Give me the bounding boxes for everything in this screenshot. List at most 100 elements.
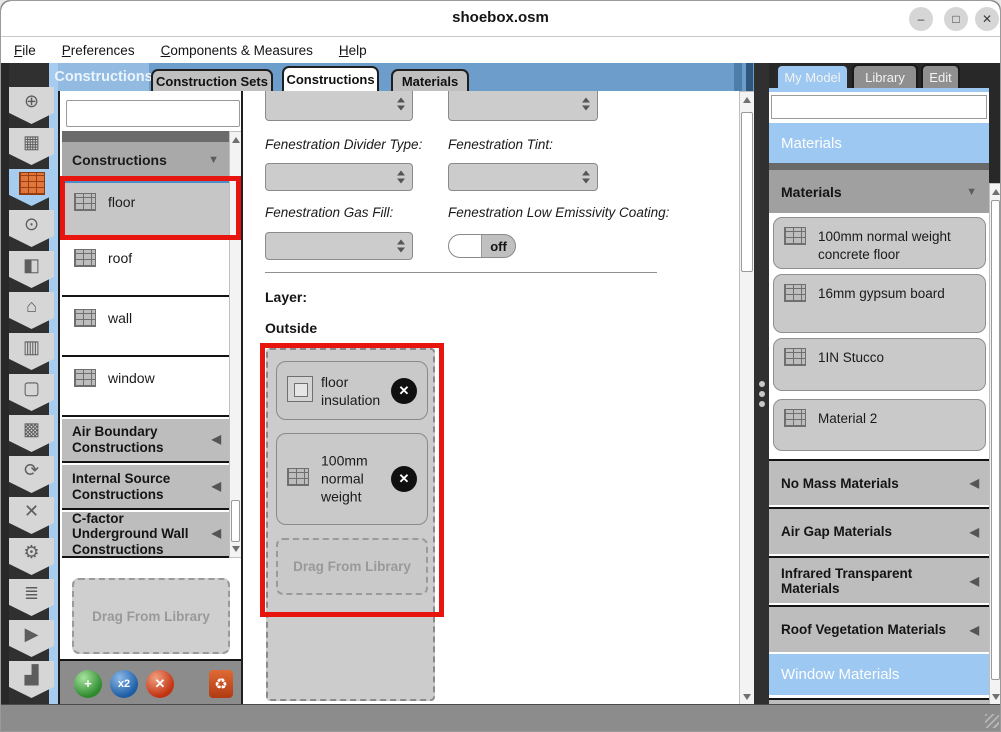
spinner-icon (397, 98, 405, 111)
status-bar (1, 704, 1001, 731)
layer-drop-zone[interactable]: Drag From Library (276, 538, 428, 595)
construction-item-window[interactable]: window (62, 359, 229, 417)
construction-item-floor[interactable]: floor (62, 179, 229, 237)
sidebar-item-results-summary[interactable]: ▟ (9, 661, 54, 698)
menu-preferences[interactable]: Preferences (62, 43, 135, 58)
facility-icon: ▥ (23, 336, 40, 358)
sidebar-item-output-variables[interactable]: ✕ (9, 497, 54, 534)
constructions-section-header[interactable]: Constructions ▼ (62, 142, 229, 177)
duplicate-construction-button[interactable]: x2 (110, 670, 138, 698)
sidebar-item-simulation-settings[interactable]: ⚙ (9, 538, 54, 575)
sidebar-item-constructions[interactable] (9, 169, 54, 206)
sidebar-item-hvac-systems[interactable]: ⟳ (9, 456, 54, 493)
brick-material-icon (784, 348, 806, 366)
construction-item-wall[interactable]: wall (62, 299, 229, 357)
library-drop-zone[interactable]: Drag From Library (72, 578, 230, 654)
menu-help[interactable]: Help (339, 43, 367, 58)
dropdown-unlabeled-right[interactable] (448, 91, 598, 121)
layer-label: floor insulation (321, 372, 383, 408)
scroll-up-icon[interactable] (743, 97, 751, 103)
sub-tab-bar: Constructions Construction Sets Construc… (58, 63, 754, 91)
section-label: Air Gap Materials (781, 524, 892, 539)
brick-material-icon (287, 468, 309, 486)
minimize-icon: – (918, 12, 925, 26)
tab-construction-sets[interactable]: Construction Sets (151, 69, 273, 91)
sidebar-item-spaces[interactable]: ▢ (9, 374, 54, 411)
resize-grip[interactable] (985, 714, 999, 728)
scroll-down-icon[interactable] (992, 694, 1000, 700)
delete-construction-button[interactable]: ✕ (146, 670, 174, 698)
section-no-mass-materials[interactable]: No Mass Materials ◀ (769, 459, 989, 505)
sidebar-item-schedules[interactable]: ▦ (9, 128, 54, 165)
editor-scrollbar[interactable] (739, 91, 754, 706)
low-emissivity-toggle[interactable]: off (448, 234, 516, 258)
section-roof-vegetation-materials[interactable]: Roof Vegetation Materials ◀ (769, 605, 989, 652)
minimize-button[interactable]: – (909, 7, 933, 31)
scroll-up-icon[interactable] (992, 189, 1000, 195)
plus-icon: + (84, 676, 92, 691)
construction-icon (74, 249, 96, 267)
remove-layer-button[interactable]: ✕ (391, 466, 417, 492)
material-item-16mm-gypsum-board[interactable]: 16mm gypsum board (773, 274, 986, 333)
construction-list-panel: Constructions ▼ floor roof wall window A… (58, 91, 241, 706)
tab-materials[interactable]: Materials (391, 69, 469, 91)
sidebar-item-site[interactable]: ⊕ (9, 87, 54, 124)
material-item-100mm-concrete-floor[interactable]: 100mm normal weight concrete floor (773, 217, 986, 269)
tabstrip-stripe-dark (746, 63, 753, 91)
sidebar-item-run-simulation[interactable]: ▶ (9, 620, 54, 657)
tab-library[interactable]: Library (852, 64, 918, 88)
menu-components-measures[interactable]: Components & Measures (161, 43, 313, 58)
panel-splitter[interactable] (754, 63, 769, 706)
tab-constructions[interactable]: Constructions (282, 66, 379, 91)
sidebar-item-facility[interactable]: ▥ (9, 333, 54, 370)
materials-group-header[interactable]: Materials (769, 123, 989, 163)
sidebar-item-geometry[interactable]: ⌂ (9, 292, 54, 329)
scroll-down-icon[interactable] (232, 546, 240, 552)
scrollbar-thumb[interactable] (231, 500, 240, 542)
sidebar-item-space-types[interactable]: ◧ (9, 251, 54, 288)
section-air-boundary-constructions[interactable]: Air Boundary Constructions ◀ (62, 419, 229, 463)
fenestration-tint-dropdown[interactable] (448, 163, 598, 191)
fenestration-gas-fill-dropdown[interactable] (265, 232, 413, 260)
add-construction-button[interactable]: + (74, 670, 102, 698)
layer-item-floor-insulation[interactable]: floor insulation ✕ (276, 361, 428, 420)
scroll-down-icon[interactable] (743, 694, 751, 700)
maximize-button[interactable]: □ (944, 7, 968, 31)
section-infrared-transparent-materials[interactable]: Infrared Transparent Materials ◀ (769, 556, 989, 603)
field-label-tint: Fenestration Tint: (448, 137, 553, 152)
scroll-up-icon[interactable] (232, 137, 240, 143)
material-item-material-2[interactable]: Material 2 (773, 399, 986, 451)
sidebar-item-loads[interactable]: ⊙ (9, 210, 54, 247)
section-air-gap-materials[interactable]: Air Gap Materials ◀ (769, 507, 989, 554)
close-button[interactable]: ✕ (975, 7, 999, 31)
layer-item-100mm-normal-weight[interactable]: 100mm normal weight ✕ (276, 433, 428, 525)
sidebar-item-measures[interactable]: ≣ (9, 579, 54, 616)
scrollbar-thumb[interactable] (991, 200, 1000, 680)
menu-file[interactable]: File (14, 43, 36, 58)
space-types-icon: ◧ (23, 254, 40, 276)
thermal-zones-icon: ▩ (23, 418, 40, 440)
site-icon: ⊕ (24, 90, 39, 112)
fenestration-divider-type-dropdown[interactable] (265, 163, 413, 191)
library-scrollbar[interactable] (989, 183, 1001, 706)
splitter-handle-icon[interactable] (759, 381, 765, 407)
construction-filter-input[interactable] (66, 100, 240, 127)
simulation-settings-icon: ⚙ (23, 541, 39, 563)
sidebar-item-thermal-zones[interactable]: ▩ (9, 415, 54, 452)
scrollbar-thumb[interactable] (741, 112, 753, 272)
library-search-input[interactable] (771, 95, 987, 119)
section-internal-source-constructions[interactable]: Internal Source Constructions ◀ (62, 465, 229, 510)
window-materials-group-header[interactable]: Window Materials (769, 654, 989, 695)
tab-edit[interactable]: Edit (921, 64, 960, 88)
section-cfactor-underground-wall-constructions[interactable]: C-factor Underground Wall Constructions … (62, 512, 229, 558)
purge-unused-button[interactable]: ♻ (209, 670, 233, 698)
material-label: 1IN Stucco (818, 348, 884, 367)
materials-list-header[interactable]: Materials ▼ (769, 170, 989, 213)
remove-layer-button[interactable]: ✕ (391, 378, 417, 404)
material-item-1in-stucco[interactable]: 1IN Stucco (773, 338, 986, 391)
dropdown-unlabeled-left[interactable] (265, 91, 413, 121)
construction-list-scrollbar[interactable] (229, 131, 241, 558)
title-bar[interactable]: shoebox.osm – □ ✕ (1, 1, 1000, 37)
tab-my-model[interactable]: My Model (776, 64, 849, 88)
construction-item-roof[interactable]: roof (62, 239, 229, 297)
